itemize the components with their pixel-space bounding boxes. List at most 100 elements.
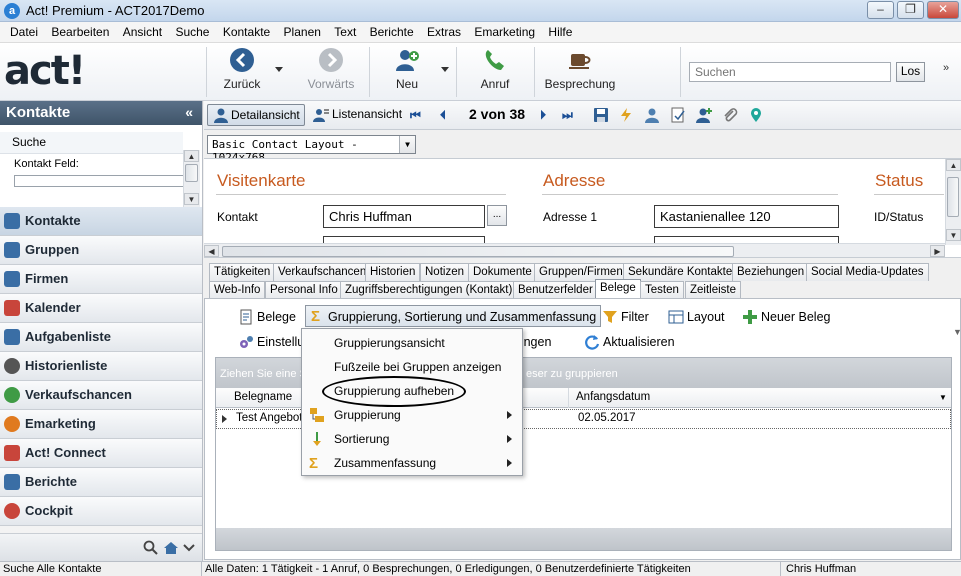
tab-testen[interactable]: Testen	[640, 281, 684, 299]
previous-record-icon[interactable]: ⏴	[440, 108, 446, 123]
menu-kontakte[interactable]: Kontakte	[218, 22, 275, 43]
settings-button[interactable]: Einstellu	[235, 331, 304, 353]
column-anfangsdatum[interactable]: Anfangsdatum	[571, 388, 951, 408]
call-button[interactable]: Anruf	[468, 47, 522, 97]
card-hscroll[interactable]: ◀ ▶	[204, 243, 945, 257]
refresh-button[interactable]: Aktualisieren	[581, 331, 675, 353]
menu-ansicht[interactable]: Ansicht	[118, 22, 167, 43]
nav-item-emarketing[interactable]: Emarketing	[0, 410, 202, 439]
home-icon[interactable]	[163, 540, 179, 556]
person-icon[interactable]	[644, 107, 660, 123]
save-icon[interactable]	[593, 107, 609, 123]
card-vscroll[interactable]: ▲ ▼	[945, 159, 961, 245]
tab-historien[interactable]: Historien	[365, 263, 421, 281]
nav-item-kalender[interactable]: Kalender	[0, 294, 202, 323]
new-receipt-button[interactable]: Neuer Beleg	[739, 306, 831, 328]
map-pin-icon[interactable]	[748, 107, 764, 123]
contact-lookup-button[interactable]: ...	[487, 205, 507, 226]
back-button[interactable]: Zurück	[214, 47, 270, 97]
paperclip-icon[interactable]	[722, 107, 738, 123]
tab-verkaufschancen[interactable]: Verkaufschancen	[273, 263, 372, 281]
nav-item-kontakte[interactable]: Kontakte	[0, 207, 202, 236]
tab-taetigkeiten[interactable]: Tätigkeiten	[209, 263, 276, 281]
menu-planen[interactable]: Planen	[279, 22, 326, 43]
chevron-down-icon[interactable]	[181, 540, 197, 556]
contact-field[interactable]: Chris Huffman	[323, 205, 485, 228]
menu-emarketing[interactable]: Emarketing	[469, 22, 540, 43]
menu-item-group-footer[interactable]: Fußzeile bei Gruppen anzeigen	[302, 355, 522, 379]
column-filter-dropdown-icon[interactable]: ▼	[939, 393, 947, 402]
contact-field-combo[interactable]	[14, 175, 184, 187]
lightning-icon[interactable]	[618, 107, 634, 123]
search-go-button[interactable]: Los	[896, 62, 925, 82]
scroll-up-icon[interactable]: ▲	[946, 159, 961, 171]
nav-item-firmen[interactable]: Firmen	[0, 265, 202, 294]
list-view-button[interactable]: Listenansicht	[310, 104, 402, 126]
scroll-down-icon[interactable]: ▼	[946, 229, 961, 241]
back-dropdown-icon[interactable]	[275, 67, 283, 72]
document-edit-icon[interactable]	[670, 107, 686, 123]
tab-belege[interactable]: Belege	[595, 279, 641, 299]
magnifier-icon[interactable]	[143, 540, 159, 556]
scroll-left-icon[interactable]: ◀	[204, 245, 219, 257]
new-dropdown-icon[interactable]	[441, 67, 449, 72]
menu-hilfe[interactable]: Hilfe	[543, 22, 577, 43]
tab-dokumente[interactable]: Dokumente	[468, 263, 537, 281]
grouping-sorting-button[interactable]: Σ Gruppierung, Sortierung und Zusammenfa…	[305, 305, 602, 327]
menu-item-grouping[interactable]: Gruppierung	[302, 403, 522, 427]
scroll-up-icon[interactable]: ▲	[184, 150, 199, 162]
detail-view-label: Detailansicht	[231, 108, 300, 122]
menu-extras[interactable]: Extras	[422, 22, 466, 43]
menu-suche[interactable]: Suche	[170, 22, 214, 43]
menu-text[interactable]: Text	[329, 22, 361, 43]
search-panel-vscroll[interactable]: ▲ ▼	[183, 150, 200, 207]
new-button[interactable]: Neu	[380, 47, 434, 97]
dropdown-arrow-icon[interactable]: ▼	[399, 136, 415, 153]
belege-button[interactable]: Belege	[235, 306, 296, 328]
tab-web-info[interactable]: Web-Info	[209, 281, 266, 299]
nav-item-historienliste[interactable]: Historienliste	[0, 352, 202, 381]
layout-button[interactable]: Layout	[665, 306, 725, 328]
first-record-icon[interactable]: ⏮	[410, 108, 421, 123]
nav-item-gruppen[interactable]: Gruppen	[0, 236, 202, 265]
meeting-button[interactable]: Besprechung	[540, 47, 620, 97]
menu-item-sorting[interactable]: Sortierung	[302, 427, 522, 451]
tab-zugriffsberechtigungen[interactable]: Zugriffsberechtigungen (Kontakt)	[340, 281, 518, 299]
scroll-thumb[interactable]	[185, 164, 198, 182]
nav-item-aufgabenliste[interactable]: Aufgabenliste	[0, 323, 202, 352]
address1-field[interactable]: Kastanienallee 120	[654, 205, 839, 228]
tab-benutzerfelder[interactable]: Benutzerfelder	[513, 281, 598, 299]
toolbar-overflow-icon[interactable]: »	[943, 62, 949, 74]
collapse-nav-icon[interactable]: «	[185, 104, 193, 120]
close-button[interactable]: ✕	[927, 1, 959, 19]
nav-item-act-connect[interactable]: Act! Connect	[0, 439, 202, 468]
forward-button[interactable]: Vorwärts	[300, 47, 362, 97]
tab-zeitleiste[interactable]: Zeitleiste	[685, 281, 742, 299]
scroll-down-icon[interactable]: ▼	[184, 193, 199, 205]
last-record-icon[interactable]: ⏭	[562, 108, 573, 123]
menu-item-grouping-view[interactable]: Gruppierungsansicht	[302, 331, 522, 355]
minimize-button[interactable]: –	[867, 1, 894, 19]
detail-view-button[interactable]: Detailansicht	[207, 104, 305, 126]
menu-datei[interactable]: Datei	[0, 22, 43, 43]
filter-button[interactable]: Filter	[599, 306, 649, 328]
tab-personal-info[interactable]: Personal Info	[265, 281, 343, 299]
search-input[interactable]	[689, 62, 891, 82]
menu-berichte[interactable]: Berichte	[365, 22, 419, 43]
scroll-right-icon[interactable]: ▶	[930, 245, 945, 257]
nav-item-verkaufschancen[interactable]: Verkaufschancen	[0, 381, 202, 410]
nav-item-berichte[interactable]: Berichte	[0, 468, 202, 497]
layout-select[interactable]: Basic Contact Layout - 1024x768 ▼	[207, 135, 416, 164]
person-add-icon[interactable]	[696, 107, 712, 123]
toolbar-overflow-icon[interactable]: ▼	[953, 327, 961, 337]
menu-item-summary[interactable]: Σ Zusammenfassung	[302, 451, 522, 475]
tab-notizen[interactable]: Notizen	[420, 263, 469, 281]
scroll-thumb[interactable]	[222, 246, 734, 257]
menu-bearbeiten[interactable]: Bearbeiten	[46, 22, 114, 43]
nav-item-cockpit[interactable]: Cockpit	[0, 497, 202, 526]
maximize-button[interactable]: ❐	[897, 1, 924, 19]
tab-beziehungen[interactable]: Beziehungen	[732, 263, 810, 281]
tab-social-media[interactable]: Social Media-Updates	[806, 263, 929, 281]
next-record-icon[interactable]: ⏵	[540, 108, 546, 123]
scroll-thumb[interactable]	[947, 177, 959, 217]
